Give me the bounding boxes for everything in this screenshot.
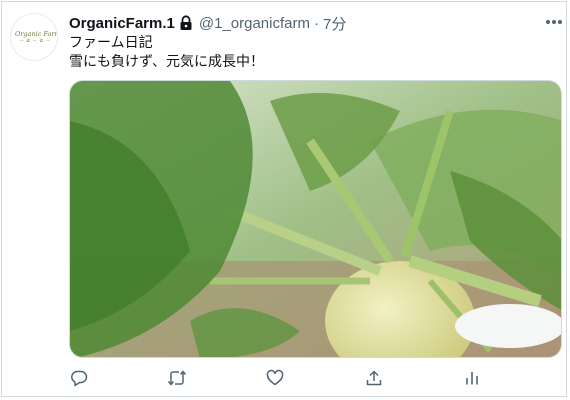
tweet-photo[interactable] bbox=[69, 80, 562, 358]
tweet-card[interactable]: Organic Farm — ✿ — ✿ — OrganicFarm.1 @1_… bbox=[1, 1, 567, 397]
timestamp[interactable]: 7分 bbox=[323, 13, 346, 34]
tweet-header: OrganicFarm.1 @1_organicfarm · 7分 bbox=[69, 13, 346, 33]
avatar-logo-ornament: — ✿ — ✿ — bbox=[19, 39, 51, 44]
avatar-logo-text: Organic Farm bbox=[15, 30, 58, 38]
tweet-text-line: ファーム日記 bbox=[69, 35, 153, 51]
display-name[interactable]: OrganicFarm.1 bbox=[69, 15, 175, 32]
reply-icon[interactable] bbox=[67, 366, 91, 390]
like-icon[interactable] bbox=[263, 366, 287, 390]
separator-dot: · bbox=[313, 14, 319, 32]
more-icon[interactable] bbox=[544, 14, 564, 30]
tweet-text-line: 雪にも負けず、元気に成長中！ bbox=[69, 54, 265, 70]
avatar[interactable]: Organic Farm — ✿ — ✿ — bbox=[10, 13, 58, 61]
lock-icon bbox=[179, 15, 193, 31]
share-icon[interactable] bbox=[362, 366, 386, 390]
retweet-icon[interactable] bbox=[165, 366, 189, 390]
user-handle[interactable]: @1_organicfarm bbox=[199, 15, 310, 32]
tweet-text: ファーム日記 雪にも負けず、元気に成長中！ bbox=[69, 34, 549, 72]
action-bar bbox=[62, 366, 502, 390]
analytics-icon[interactable] bbox=[460, 366, 484, 390]
